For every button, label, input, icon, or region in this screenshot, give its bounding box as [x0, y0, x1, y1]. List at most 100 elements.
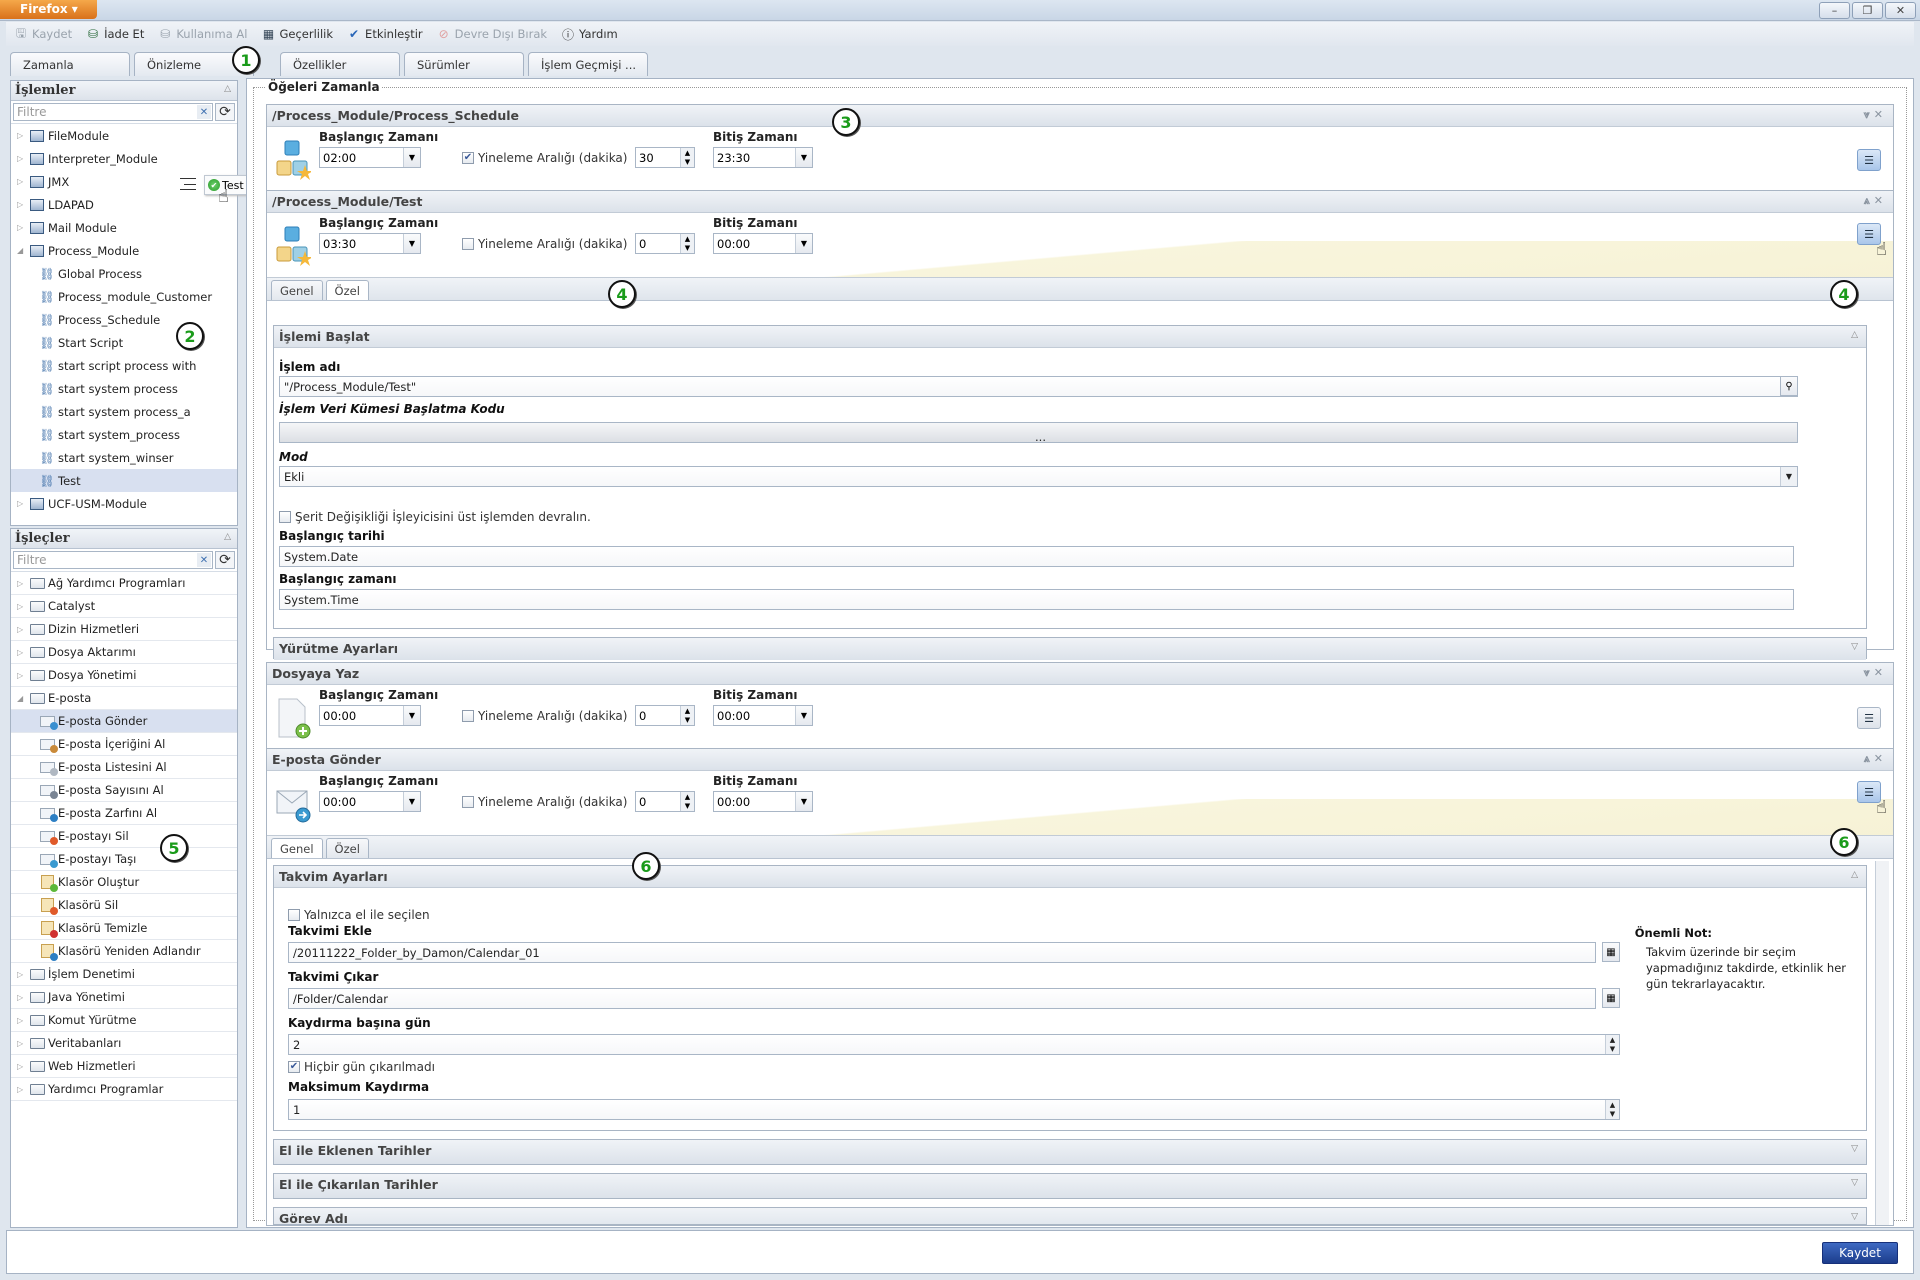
- expand-arrow-icon[interactable]: ▷: [17, 223, 29, 232]
- spin-up-icon[interactable]: ▲: [1610, 1036, 1615, 1044]
- tab-properties[interactable]: Özellikler: [280, 52, 400, 76]
- tab-schedule[interactable]: Zamanla: [10, 52, 130, 76]
- expand-arrow-icon[interactable]: ▷: [17, 671, 29, 680]
- spin-up-icon[interactable]: ▲: [1610, 1101, 1615, 1109]
- subtab-custom[interactable]: Özel: [325, 838, 369, 858]
- dataset-init-button[interactable]: ...: [279, 422, 1798, 444]
- tree-item-category[interactable]: ▷ Veritabanları: [11, 1032, 237, 1055]
- expand-arrow-icon[interactable]: ▷: [17, 154, 29, 163]
- tree-item-module[interactable]: ▷ Interpreter_Module: [11, 147, 237, 170]
- interval-spinner[interactable]: 30 ▲ ▼: [635, 147, 695, 168]
- task-name-section[interactable]: Görev Adı ▽: [273, 1207, 1867, 1225]
- repeat-interval-checkbox[interactable]: ✔ Yineleme Aralığı (dakika): [462, 151, 627, 165]
- minimize-button[interactable]: –: [1819, 2, 1850, 19]
- expand-arrow-icon[interactable]: ▷: [17, 1085, 29, 1094]
- expand-icon[interactable]: ▽: [1851, 1178, 1858, 1188]
- chevron-down-icon[interactable]: ▼: [403, 148, 420, 167]
- tree-item-operator[interactable]: E-postayı Taşı: [11, 848, 237, 871]
- clear-filter-icon[interactable]: ✕: [197, 553, 211, 567]
- close-window-button[interactable]: ✕: [1885, 2, 1916, 19]
- expand-arrow-icon[interactable]: ▷: [17, 200, 29, 209]
- chevron-down-icon[interactable]: ▼: [403, 792, 420, 811]
- start-time-field[interactable]: System.Time: [279, 589, 1794, 610]
- refresh-icon[interactable]: ⟳: [215, 103, 235, 121]
- tree-item-process[interactable]: ⛓ start system process_a: [11, 400, 237, 423]
- expand-icon[interactable]: ▽: [1851, 642, 1858, 652]
- remove-calendar-field[interactable]: /Folder/Calendar: [288, 988, 1596, 1009]
- chevron-down-icon[interactable]: ▼: [795, 706, 812, 725]
- tree-item-process[interactable]: ⛓ Global Process: [11, 262, 237, 285]
- subtab-general[interactable]: Genel: [271, 280, 323, 300]
- repeat-interval-checkbox[interactable]: Yineleme Aralığı (dakika): [462, 795, 627, 809]
- tree-item-module[interactable]: ▷ UCF-USM-Module: [11, 492, 237, 515]
- spin-up-icon[interactable]: ▲: [681, 234, 694, 244]
- spin-up-icon[interactable]: ▲: [681, 792, 694, 802]
- start-time-combo[interactable]: 00:00 ▼: [319, 705, 421, 726]
- chevron-down-icon[interactable]: ▼: [403, 234, 420, 253]
- processes-filter-input[interactable]: Filtre ✕: [13, 103, 213, 121]
- collapse-icon[interactable]: △: [1851, 870, 1858, 880]
- toolbar-save[interactable]: 🖫 Kaydet: [14, 26, 72, 42]
- tree-item-module[interactable]: ◢ Process_Module: [11, 239, 237, 262]
- section-header[interactable]: Yürütme Ayarları ▽: [274, 638, 1866, 660]
- details-button[interactable]: ☰: [1857, 149, 1881, 171]
- spin-up-icon[interactable]: ▲: [681, 148, 694, 158]
- toolbar-enable[interactable]: ✔ Etkinleştir: [347, 27, 423, 41]
- tree-item-category[interactable]: ▷ Web Hizmetleri: [11, 1055, 237, 1078]
- refresh-icon[interactable]: ⟳: [215, 551, 235, 569]
- expand-icon[interactable]: ▽: [1851, 1144, 1858, 1154]
- tree-item-operator[interactable]: E-postayı Sil: [11, 825, 237, 848]
- tree-item-module[interactable]: ▷ FileModule: [11, 124, 237, 147]
- expand-arrow-icon[interactable]: ▷: [17, 579, 29, 588]
- expand-arrow-icon[interactable]: ▷: [17, 499, 29, 508]
- expand-arrow-icon[interactable]: ▷: [17, 648, 29, 657]
- tree-item-category[interactable]: ▷ Dosya Yönetimi: [11, 664, 237, 687]
- tree-item-operator[interactable]: E-posta Gönder: [11, 710, 237, 733]
- expand-double-icon[interactable]: ⩓: [1864, 194, 1874, 207]
- tree-item-category[interactable]: ▷ Komut Yürütme: [11, 1009, 237, 1032]
- tree-item-operator[interactable]: E-posta İçeriğini Al: [11, 733, 237, 756]
- expand-arrow-icon[interactable]: ▷: [17, 602, 29, 611]
- process-name-field[interactable]: "/Process_Module/Test": [279, 376, 1798, 397]
- calendar-picker-icon[interactable]: ▦: [1602, 942, 1620, 962]
- tree-item-operator[interactable]: Klasörü Sil: [11, 894, 237, 917]
- subtab-custom[interactable]: Özel: [325, 280, 369, 300]
- collapse-icon[interactable]: △: [1851, 330, 1858, 340]
- end-time-combo[interactable]: 00:00 ▼: [713, 791, 813, 812]
- checkbox-box[interactable]: ✔: [462, 152, 474, 164]
- chevron-down-icon[interactable]: ▼: [795, 792, 812, 811]
- calendar-picker-icon[interactable]: ▦: [1602, 988, 1620, 1008]
- spin-down-icon[interactable]: ▼: [681, 716, 694, 726]
- search-icon[interactable]: ⚲: [1780, 376, 1798, 396]
- tree-item-operator[interactable]: Klasörü Temizle: [11, 917, 237, 940]
- section-header[interactable]: El ile Çıkarılan Tarihler ▽: [274, 1174, 1866, 1198]
- toolbar-checkout[interactable]: ⛁ Kullanıma Al: [158, 27, 247, 41]
- chevron-down-icon[interactable]: ▼: [795, 148, 812, 167]
- start-time-combo[interactable]: 03:30 ▼: [319, 233, 421, 254]
- toolbar-disable[interactable]: ⊘ Devre Dışı Bırak: [437, 27, 547, 41]
- toolbar-help[interactable]: ⓘ Yardım: [561, 27, 618, 42]
- interval-spinner[interactable]: 0 ▲ ▼: [635, 791, 695, 812]
- expand-arrow-icon[interactable]: ▷: [17, 131, 29, 140]
- chevron-down-icon[interactable]: ▼: [403, 706, 420, 725]
- expand-arrow-icon[interactable]: ▷: [17, 177, 29, 186]
- checkbox-box[interactable]: [462, 796, 474, 808]
- repeat-interval-checkbox[interactable]: Yineleme Aralığı (dakika): [462, 237, 627, 251]
- checkbox-box[interactable]: [462, 238, 474, 250]
- checkbox-box[interactable]: ✔: [288, 1061, 300, 1073]
- end-time-combo[interactable]: 23:30 ▼: [713, 147, 813, 168]
- collapse-icon[interactable]: △: [224, 84, 231, 94]
- remove-icon[interactable]: ✕: [1874, 108, 1887, 121]
- expand-icon[interactable]: ▽: [1851, 1212, 1858, 1222]
- tree-item-operator[interactable]: Klasör Oluştur: [11, 871, 237, 894]
- expand-arrow-icon[interactable]: ▷: [17, 625, 29, 634]
- operators-filter-input[interactable]: Filtre ✕: [13, 551, 213, 569]
- start-time-combo[interactable]: 02:00 ▼: [319, 147, 421, 168]
- collapse-double-icon[interactable]: ⩔: [1864, 666, 1874, 679]
- save-button[interactable]: Kaydet: [1822, 1242, 1898, 1264]
- section-header[interactable]: Görev Adı ▽: [274, 1208, 1866, 1224]
- spin-down-icon[interactable]: ▼: [1610, 1110, 1615, 1118]
- tree-item-category[interactable]: ▷ Dizin Hizmetleri: [11, 618, 237, 641]
- end-time-combo[interactable]: 00:00 ▼: [713, 705, 813, 726]
- repeat-interval-checkbox[interactable]: Yineleme Aralığı (dakika): [462, 709, 627, 723]
